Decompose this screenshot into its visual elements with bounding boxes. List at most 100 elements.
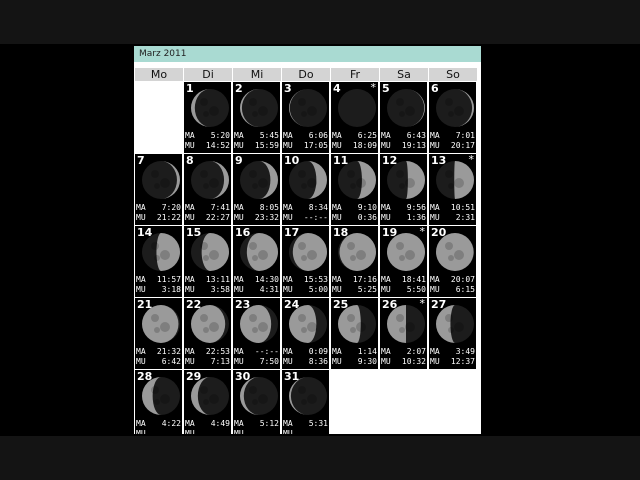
day-cell[interactable]: 28 MA 4:22 MU	[135, 370, 182, 434]
moonrise-time: 2:07	[406, 347, 426, 356]
moonset-label: MU	[234, 429, 244, 434]
day-number: 3	[284, 82, 292, 95]
moonrise-time: 17:16	[352, 275, 377, 284]
moonrise-time: 8:34	[308, 203, 328, 212]
day-number: 15	[186, 226, 202, 239]
day-cell[interactable]: 7 MA 7:20 MU 21:22	[135, 154, 182, 225]
day-cell[interactable]: 18 MA 17:16 MU 5:25	[331, 226, 378, 297]
moonrise-label: MA	[430, 131, 440, 140]
moonset-time: 21:22	[156, 213, 181, 222]
day-cell[interactable]: 14 MA 11:57 MU 3:18	[135, 226, 182, 297]
moon-phase-icon	[191, 161, 229, 199]
day-cell[interactable]: 20 MA 20:07 MU 6:15	[429, 226, 476, 297]
day-cell[interactable]: 15 MA 13:11 MU 3:58	[184, 226, 231, 297]
moonrise-label: MA	[136, 419, 146, 428]
moonset-time: 3:18	[161, 285, 181, 294]
day-cell[interactable]: 2 MA 5:45 MU 15:59	[233, 82, 280, 153]
day-number: 7	[137, 154, 145, 167]
moonrise-label: MA	[283, 419, 293, 428]
moonset-label: MU	[430, 357, 440, 366]
day-number: 28	[137, 370, 153, 383]
weekday-mo: Mo	[135, 68, 183, 81]
day-cell[interactable]: 6 MA 7:01 MU 20:17	[429, 82, 476, 153]
day-cell[interactable]: 30 MA 5:12 MU	[233, 370, 280, 434]
day-cell[interactable]: 23 MA --:-- MU 7:50	[233, 298, 280, 369]
day-number: 5	[382, 82, 390, 95]
moonrise-label: MA	[381, 275, 391, 284]
moonrise-time: 6:25	[357, 131, 377, 140]
moonrise-label: MA	[136, 203, 146, 212]
moonrise-label: MA	[283, 347, 293, 356]
calendar-title: Marz 2011	[134, 46, 481, 62]
moonset-time: 20:17	[450, 141, 475, 150]
weekday-mi: Mi	[233, 68, 281, 81]
moonrise-label: MA	[430, 275, 440, 284]
moonset-label: MU	[234, 213, 244, 222]
moonset-time: 14:52	[205, 141, 230, 150]
moonrise-time: 15:53	[303, 275, 328, 284]
day-cell[interactable]: 22 MA 22:53 MU 7:13	[184, 298, 231, 369]
moonrise-time: 7:01	[455, 131, 475, 140]
day-cell[interactable]: 5 MA 6:43 MU 19:13	[380, 82, 427, 153]
moonset-time: 9:30	[357, 357, 377, 366]
moonset-time: 10:32	[401, 357, 426, 366]
moonset-label: MU	[283, 285, 293, 294]
moonset-time: 5:50	[406, 285, 426, 294]
moonset-label: MU	[136, 213, 146, 222]
day-cell[interactable]: 1 MA 5:20 MU 14:52	[184, 82, 231, 153]
day-cell[interactable]: 8 MA 7:41 MU 22:27	[184, 154, 231, 225]
moonset-label: MU	[234, 141, 244, 150]
day-number: 31	[284, 370, 300, 383]
moonset-time: 15:59	[254, 141, 279, 150]
moonrise-label: MA	[185, 203, 195, 212]
day-cell[interactable]: 12 MA 9:56 MU 1:36	[380, 154, 427, 225]
moonset-label: MU	[234, 357, 244, 366]
moon-phase-marker-icon: *	[419, 298, 426, 310]
moonrise-label: MA	[136, 347, 146, 356]
moon-calendar: Marz 2011 Mo Di Mi Do Fr Sa So 1 MA 5:20 MU…	[134, 46, 481, 434]
day-number: 9	[235, 154, 243, 167]
day-number: 22	[186, 298, 202, 311]
day-cell[interactable]: 25 MA 1:14 MU 9:30	[331, 298, 378, 369]
moonrise-label: MA	[283, 131, 293, 140]
moon-phase-marker-icon: *	[468, 154, 475, 166]
day-cell[interactable]: 29 MA 4:49 MU	[184, 370, 231, 434]
moonrise-label: MA	[283, 203, 293, 212]
day-cell[interactable]: 16 MA 14:30 MU 4:31	[233, 226, 280, 297]
day-cell[interactable]: 27 MA 3:49 MU 12:37	[429, 298, 476, 369]
day-cell[interactable]: 31 MA 5:31 MU	[282, 370, 329, 434]
day-cell[interactable]: 4 * MA 6:25 MU 18:09	[331, 82, 378, 153]
day-number: 27	[431, 298, 447, 311]
moonrise-label: MA	[332, 347, 342, 356]
moonset-time: 7:13	[210, 357, 230, 366]
day-cell[interactable]: 19 * MA 18:41 MU 5:50	[380, 226, 427, 297]
day-cell[interactable]: 24 MA 0:09 MU 8:36	[282, 298, 329, 369]
moonset-time: 12:37	[450, 357, 475, 366]
day-cell[interactable]: 26 * MA 2:07 MU 10:32	[380, 298, 427, 369]
day-cell[interactable]: 9 MA 8:05 MU 23:32	[233, 154, 280, 225]
moon-phase-marker-icon: *	[370, 82, 377, 94]
day-number: 11	[333, 154, 349, 167]
moon-phase-icon	[240, 161, 278, 199]
day-cell[interactable]: 10 MA 8:34 MU --:--	[282, 154, 329, 225]
moonrise-time: 7:41	[210, 203, 230, 212]
day-number: 20	[431, 226, 447, 239]
moonset-label: MU	[332, 285, 342, 294]
moonset-time: 8:36	[308, 357, 328, 366]
day-cell[interactable]: 3 MA 6:06 MU 17:05	[282, 82, 329, 153]
weekday-do: Do	[282, 68, 330, 81]
moonrise-label: MA	[430, 347, 440, 356]
moonset-label: MU	[430, 141, 440, 150]
day-cell[interactable]: 17 MA 15:53 MU 5:00	[282, 226, 329, 297]
moonset-time: 5:25	[357, 285, 377, 294]
letterbox-top	[0, 0, 640, 44]
day-cell[interactable]: 21 MA 21:32 MU 6:42	[135, 298, 182, 369]
moonrise-time: 20:07	[450, 275, 475, 284]
moonrise-label: MA	[136, 275, 146, 284]
moonrise-time: 18:41	[401, 275, 426, 284]
day-cell[interactable]: 11 MA 9:10 MU 0:36	[331, 154, 378, 225]
empty-day-cell	[135, 82, 182, 153]
moonrise-time: 7:20	[161, 203, 181, 212]
moonset-label: MU	[283, 357, 293, 366]
day-cell[interactable]: 13 * MA 10:51 MU 2:31	[429, 154, 476, 225]
